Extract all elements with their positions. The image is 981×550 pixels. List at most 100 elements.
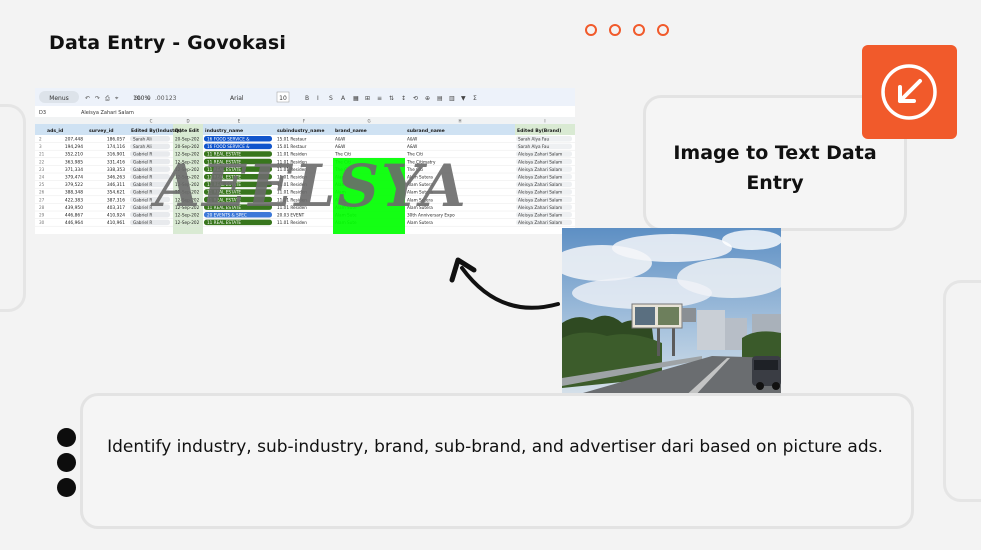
cell-ads-id: 363,985 bbox=[65, 159, 83, 165]
cell-edited-brand: Aleisya Zahari Salam bbox=[518, 205, 562, 210]
cell-edited-brand: Aleisya Zahari Salam bbox=[518, 213, 562, 218]
cell-edited-brand: Aleisya Zahari Salam bbox=[518, 159, 562, 164]
cell-subbrand: A&W bbox=[407, 137, 417, 142]
dot-icon bbox=[609, 24, 621, 36]
cell-edited-brand: Sarah Alya Fau bbox=[518, 144, 549, 149]
row-number: 23 bbox=[39, 167, 45, 172]
row-number: 22 bbox=[39, 159, 45, 164]
column-header: subindustry_name bbox=[277, 128, 324, 134]
cell-survey-id: 410,924 bbox=[107, 213, 125, 219]
cell-reference: D3 bbox=[39, 110, 46, 116]
cell-industry: 11 REAL ESTATE bbox=[207, 220, 241, 225]
cell-survey-id: 410,961 bbox=[107, 220, 125, 226]
cell-survey-id: 174,116 bbox=[107, 144, 125, 150]
billboard-photo bbox=[562, 228, 781, 399]
column-letter: G bbox=[367, 119, 370, 124]
cell-brand: A&W bbox=[335, 144, 345, 149]
cell-edited-by: Gabriel R bbox=[133, 152, 152, 157]
dot-icon bbox=[633, 24, 645, 36]
cell-subindustry: 15.01 Restaur bbox=[277, 137, 307, 142]
row-number: 30 bbox=[39, 220, 45, 225]
zoom-label: 100% bbox=[133, 95, 150, 102]
row-number: 29 bbox=[39, 213, 45, 218]
column-letter: I bbox=[544, 119, 545, 124]
dot-icon bbox=[585, 24, 597, 36]
cell-subbrand: A&W bbox=[407, 144, 417, 149]
column-header: Edited By(Brand) bbox=[517, 128, 561, 134]
cell-industry: 16 FOOD SERVICE & bbox=[207, 144, 250, 149]
description-card bbox=[80, 393, 914, 529]
toolbar-icon: S bbox=[329, 95, 333, 102]
column-header: subrand_name bbox=[407, 128, 445, 134]
column-letter: D bbox=[186, 119, 189, 124]
column-header: ads_id bbox=[47, 128, 63, 134]
column-header: Date Edit bbox=[175, 128, 200, 134]
spreadsheet-screenshot: Menus ↶ ↷ ⎙ ⌖% .0.00 123 100% Arial 10 B I S A ▦ ⊞ ≡ ⇅ ↕ ⟲ ⊕… bbox=[35, 88, 575, 234]
cell-ads-id: 194,294 bbox=[65, 144, 83, 150]
cell-date: 12-Sep-202 bbox=[175, 220, 200, 225]
cell-edited-brand: Aleisya Zahari Salam bbox=[518, 220, 562, 225]
cell-edited-brand: Aleisya Zahari Salam bbox=[518, 182, 562, 187]
toolbar-icon: ↷ bbox=[95, 95, 100, 102]
bullet-icon bbox=[57, 453, 76, 472]
spreadsheet-canvas: Menus ↶ ↷ ⎙ ⌖% .0.00 123100% Arial 10 B I S A ▦ ⊞ ≡ ⇅ ↕ ⟲ ⊕… bbox=[35, 88, 575, 234]
orange-badge bbox=[862, 45, 957, 139]
cell-edited-by: Gabriel R bbox=[133, 220, 152, 225]
cell-ads-id: 379,522 bbox=[65, 182, 83, 188]
decorative-frame-right bbox=[943, 280, 981, 502]
toolbar-icon: ▼ bbox=[461, 95, 466, 102]
cell-survey-id: 346,311 bbox=[107, 182, 125, 188]
cell-date: 20-Sep-202 bbox=[175, 137, 200, 142]
row-number: 25 bbox=[39, 182, 45, 187]
cell-edited-brand: Sarah Alya Fau bbox=[518, 137, 549, 142]
cell-ads-id: 371,334 bbox=[65, 167, 83, 173]
cell-brand: A&W bbox=[335, 137, 345, 142]
toolbar-icon: ▥ bbox=[449, 95, 455, 102]
decorative-dots bbox=[585, 24, 669, 36]
arrow-down-left-icon bbox=[881, 64, 937, 120]
cell-ads-id: 207,448 bbox=[65, 137, 83, 143]
cell-edited-by: Gabriel R bbox=[133, 167, 152, 172]
cell-industry: 16 FOOD SERVICE & bbox=[207, 137, 250, 142]
toolbar-icon: 123 bbox=[165, 95, 177, 102]
cell-edited-brand: Aleisya Zahari Salam bbox=[518, 197, 562, 202]
cell-ads-id: 352,210 bbox=[65, 152, 83, 158]
cell-ads-id: 439,950 bbox=[65, 205, 83, 211]
cell-edited-brand: Aleisya Zahari Salam bbox=[518, 167, 562, 172]
cell-subbrand: Alam Sutera bbox=[407, 220, 433, 225]
row-number: 26 bbox=[39, 190, 45, 195]
cell-edited-by: Gabriel R bbox=[133, 213, 152, 218]
cell-ads-id: 446,867 bbox=[65, 213, 83, 219]
cell-edited-by: Gabriel R bbox=[133, 159, 152, 164]
toolbar-icon: ⊞ bbox=[365, 95, 370, 102]
cell-survey-id: 186,057 bbox=[107, 137, 125, 143]
cell-survey-id: 354,621 bbox=[107, 190, 125, 196]
column-letter: H bbox=[458, 119, 461, 124]
font-size-value: 10 bbox=[279, 95, 287, 102]
cell-ads-id: 422,383 bbox=[65, 197, 83, 203]
cell-ads-id: 446,964 bbox=[65, 220, 83, 226]
toolbar-icon: .00 bbox=[155, 95, 165, 102]
cell-edited-by: Gabriel R bbox=[133, 205, 152, 210]
cell-edited-brand: Aleisya Zahari Salam bbox=[518, 152, 562, 157]
toolbar-icon: ⇅ bbox=[389, 95, 394, 102]
cell-edited-by: Gabriel R bbox=[133, 182, 152, 187]
row-number: 2 bbox=[39, 137, 42, 142]
column-header: industry_name bbox=[205, 128, 243, 134]
cell-ads-id: 388,348 bbox=[65, 190, 83, 196]
bullet-icon bbox=[57, 428, 76, 447]
toolbar-icon: B bbox=[305, 95, 309, 102]
column-header: brand_name bbox=[335, 128, 367, 134]
toolbar-icon: ↶ bbox=[85, 95, 90, 102]
cell-edited-brand: Aleisya Zahari Salam bbox=[518, 175, 562, 180]
cell-survey-id: 403,317 bbox=[107, 205, 125, 211]
slide-title: Data Entry - Govokasi bbox=[49, 32, 287, 54]
cell-date: 20-Sep-202 bbox=[175, 144, 200, 149]
toolbar-icon: ≡ bbox=[377, 95, 382, 102]
cell-edited-by: Gabriel R bbox=[133, 190, 152, 195]
row-number: 3 bbox=[39, 144, 42, 149]
cell-subindustry: 11.01 Residen bbox=[277, 220, 307, 225]
cell-survey-id: 316,901 bbox=[107, 152, 125, 158]
cell-survey-id: 338,353 bbox=[107, 167, 125, 173]
bullet-dots bbox=[57, 428, 77, 503]
